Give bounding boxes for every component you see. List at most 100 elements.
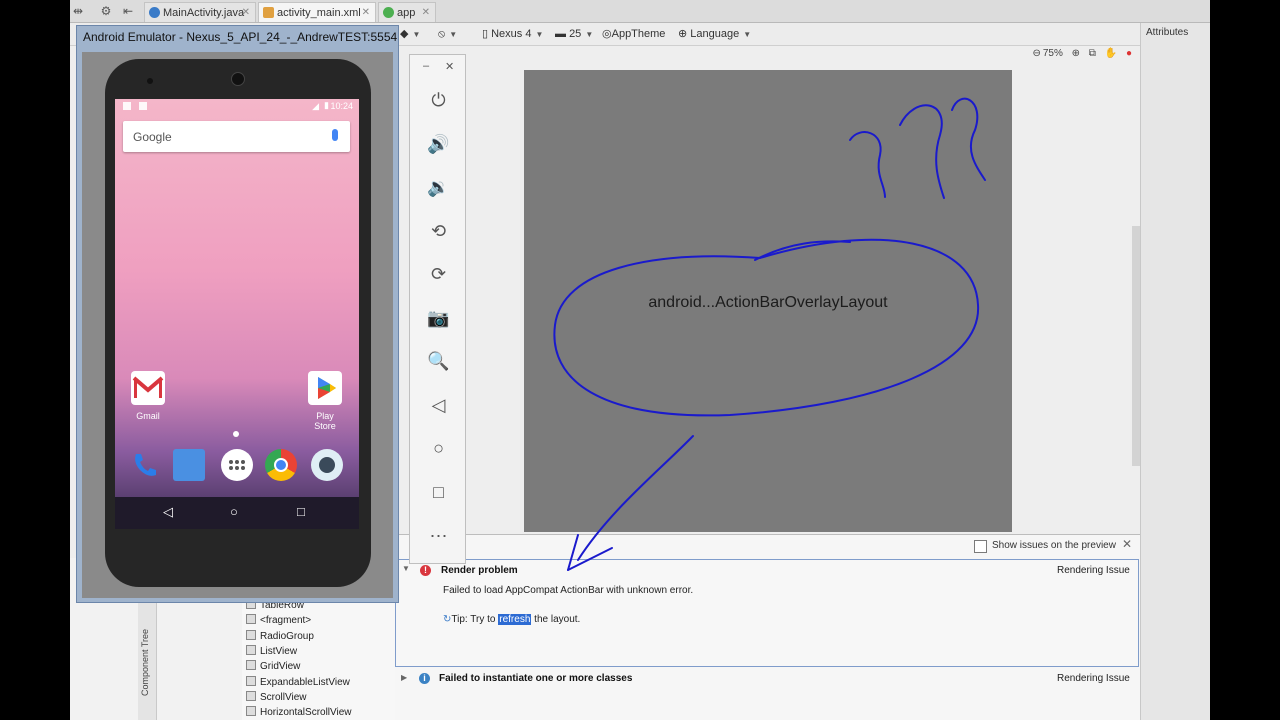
zoom-out-icon[interactable]: ⊖ — [1032, 48, 1040, 59]
chrome-icon[interactable] — [265, 449, 297, 481]
google-search-bar[interactable]: Google — [123, 121, 350, 152]
volume-down-icon[interactable]: 🔉 — [410, 176, 467, 198]
expand-arrow-icon[interactable]: ▶ — [401, 673, 407, 682]
gmail-icon — [131, 371, 165, 405]
emulator-window[interactable]: Android Emulator - Nexus_5_API_24_-_Andr… — [76, 25, 399, 603]
layout-preview[interactable]: android...ActionBarOverlayLayout — [524, 70, 1012, 532]
home-icon[interactable]: ○ — [230, 504, 238, 519]
rotate-right-icon[interactable]: ⟳ — [410, 263, 467, 285]
device-frame: ◢ ▮ 10:24 Google Gmail Play Store ◁ ○ □ — [105, 59, 371, 587]
overview-icon[interactable]: □ — [410, 481, 467, 503]
notification-icon — [139, 102, 147, 110]
emulator-title: Android Emulator - Nexus_5_API_24_-_Andr… — [83, 30, 398, 44]
show-issues-checkbox[interactable] — [974, 540, 987, 553]
home-icon[interactable]: ○ — [410, 437, 467, 459]
palette-list: TableRow <fragment> RadioGroup ListView … — [242, 598, 396, 720]
orientation-icon[interactable]: ⦸ ▼ — [438, 26, 457, 42]
close-icon[interactable]: ✕ — [422, 3, 430, 23]
minimize-icon[interactable]: – — [423, 60, 429, 72]
back-icon[interactable]: ◁ — [410, 394, 467, 416]
palette-item-fragment[interactable]: <fragment> — [246, 613, 311, 628]
emulator-body: ◢ ▮ 10:24 Google Gmail Play Store ◁ ○ □ — [82, 52, 393, 598]
zoom-fit-icon[interactable]: ⧉ — [1089, 48, 1096, 59]
volume-up-icon[interactable]: 🔊 — [410, 133, 467, 155]
device-screen[interactable]: ◢ ▮ 10:24 Google Gmail Play Store ◁ ○ □ — [115, 99, 359, 529]
pan-hand-icon[interactable]: ✋ — [1105, 48, 1117, 59]
palette-item-gridview[interactable]: GridView — [246, 659, 300, 674]
messages-app-icon[interactable] — [173, 449, 205, 481]
issue-render-problem[interactable]: ▼ ! Render problem Rendering Issue Faile… — [395, 559, 1139, 667]
device-label: Nexus 4 — [491, 28, 532, 40]
widget-icon — [246, 676, 256, 686]
signal-icon: ◢ — [312, 101, 319, 111]
screenshot-icon[interactable]: 📷 — [410, 307, 467, 329]
camera-app-icon[interactable] — [311, 449, 343, 481]
zoom-icon[interactable]: 🔍 — [410, 350, 467, 372]
issue-instantiate-classes[interactable]: ▶ i Failed to instantiate one or more cl… — [395, 669, 1139, 689]
app-play-store[interactable]: Play Store — [305, 371, 345, 431]
widget-icon — [246, 660, 256, 670]
close-icon[interactable]: ✕ — [362, 3, 370, 23]
device-selector[interactable]: ▯ Nexus 4 ▼ — [482, 26, 543, 42]
gear-icon[interactable]: ⚙ — [98, 3, 114, 19]
widget-icon — [246, 645, 256, 655]
palette-item-scrollview[interactable]: ScrollView — [246, 690, 307, 705]
component-tree-tab[interactable]: Component Tree — [138, 600, 157, 720]
emulator-controls: – ✕ ⏻ 🔊 🔉 ⟲ ⟳ 📷 🔍 ◁ ○ □ ⋯ — [409, 54, 466, 564]
tab-activity-main-xml[interactable]: activity_main.xml ✕ — [258, 2, 376, 22]
palette-item-radiogroup[interactable]: RadioGroup — [246, 629, 314, 644]
close-icon[interactable]: ✕ — [242, 3, 250, 23]
palette-item-label: HorizontalScrollView — [260, 707, 352, 718]
theme-selector[interactable]: ◎AppTheme — [602, 26, 665, 42]
close-icon[interactable]: ✕ — [445, 60, 454, 73]
hide-icon[interactable]: ⇤ — [120, 3, 136, 19]
power-icon[interactable]: ⏻ — [410, 89, 467, 111]
component-tree-label: Component Tree — [140, 628, 150, 696]
canvas-scrollbar[interactable] — [1132, 226, 1140, 466]
error-indicator-icon[interactable]: ● — [1126, 48, 1132, 59]
palette-item-horizontalscrollview[interactable]: HorizontalScrollView — [246, 705, 352, 720]
more-icon[interactable]: ⋯ — [410, 525, 467, 547]
attributes-panel-tab[interactable]: Attributes — [1140, 23, 1210, 720]
palette-item-listview[interactable]: ListView — [246, 644, 297, 659]
phone-app-icon[interactable] — [128, 449, 160, 481]
messages-header: Show issues on the preview ✕ — [395, 535, 1140, 557]
mic-icon[interactable] — [332, 129, 338, 141]
tip-prefix: Tip: Try to — [451, 614, 499, 625]
api-selector[interactable]: ▬ 25 ▼ — [555, 26, 593, 42]
error-icon: ! — [420, 565, 431, 576]
split-icon[interactable]: ⇹ — [70, 3, 86, 19]
zoom-controls: ⊖ 75% ⊕ ⧉ ✋ ● — [1026, 48, 1132, 66]
app-drawer-icon[interactable] — [221, 449, 253, 481]
issue-detail: Failed to load AppCompat ActionBar with … — [443, 585, 694, 596]
app-gmail[interactable]: Gmail — [128, 371, 168, 421]
language-label: Language — [690, 28, 740, 40]
rotate-left-icon[interactable]: ⟲ — [410, 220, 467, 242]
close-icon[interactable]: ✕ — [1122, 537, 1132, 551]
issue-title: Render problem — [441, 565, 518, 576]
palette-item-expandablelistview[interactable]: ExpandableListView — [246, 675, 350, 690]
refresh-link[interactable]: refresh — [498, 614, 532, 625]
back-icon[interactable]: ◁ — [163, 504, 173, 520]
app-label: Gmail — [136, 411, 160, 421]
palette-item-label: <fragment> — [260, 615, 312, 626]
expand-arrow-icon[interactable]: ▼ — [402, 564, 410, 573]
zoom-level: 75% — [1042, 48, 1063, 59]
tab-mainactivity[interactable]: MainActivity.java ✕ — [144, 2, 256, 22]
tab-label: activity_main.xml — [277, 7, 361, 19]
notification-icon — [123, 102, 131, 110]
issue-type: Rendering Issue — [1057, 673, 1130, 684]
widget-icon — [246, 706, 256, 716]
info-icon: i — [419, 673, 430, 684]
render-messages-panel: Show issues on the preview ✕ ▼ ! Render … — [395, 534, 1140, 720]
tab-app[interactable]: app ✕ — [378, 2, 436, 22]
xml-file-icon — [263, 7, 274, 18]
battery-icon: ▮ — [324, 100, 329, 110]
design-mode-icon[interactable]: ◆ ▼ — [400, 26, 420, 42]
language-selector[interactable]: ⊕ Language ▼ — [678, 26, 751, 42]
api-label: 25 — [569, 28, 582, 40]
zoom-in-icon[interactable]: ⊕ — [1072, 48, 1080, 59]
play-store-icon — [308, 371, 342, 405]
recents-icon[interactable]: □ — [297, 504, 305, 519]
palette-item-label: GridView — [260, 661, 301, 672]
